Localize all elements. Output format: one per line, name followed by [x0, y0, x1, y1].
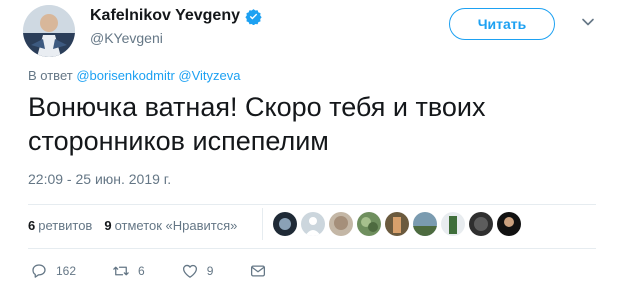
retweets-count: 6 [28, 218, 36, 233]
likes-stat[interactable]: 9 отметок «Нравится» [104, 218, 237, 233]
liker-avatar[interactable] [385, 212, 409, 236]
tweet-text-line: Вонючка ватная! Скоро тебя и твоих [28, 92, 486, 122]
envelope-icon [251, 265, 266, 277]
reply-user-link[interactable]: @Vityzeva [178, 68, 240, 83]
liker-avatar[interactable] [357, 212, 381, 236]
reply-prefix: В ответ [28, 68, 73, 83]
reply-context: В ответ @borisenkodmitr @Vityzeva [28, 68, 241, 83]
follow-button[interactable]: Читать [449, 8, 555, 40]
retweet-icon [113, 266, 129, 276]
liker-avatar[interactable] [441, 212, 465, 236]
liker-avatar[interactable] [469, 212, 493, 236]
author-name[interactable]: Kafelnikov Yevgeny [90, 7, 240, 25]
likes-count: 9 [104, 218, 112, 233]
liker-avatars [273, 212, 521, 236]
liker-avatar[interactable] [329, 212, 353, 236]
tweet-text: Вонючка ватная! Скоро тебя и твоих сторо… [28, 90, 588, 158]
divider [28, 204, 596, 205]
divider [28, 248, 596, 249]
verified-badge-icon [245, 8, 262, 25]
heart-icon [182, 264, 197, 278]
stats-separator [262, 208, 263, 240]
tweet-timestamp[interactable]: 22:09 - 25 июн. 2019 г. [28, 171, 171, 187]
author-name-row[interactable]: Kafelnikov Yevgeny [90, 7, 262, 25]
tweet-text-line: сторонников испепелим [28, 126, 329, 156]
liker-avatar[interactable] [301, 212, 325, 236]
reply-user-link[interactable]: @borisenkodmitr [76, 68, 174, 83]
engagement-stats: 6 ретвитов 9 отметок «Нравится» [28, 218, 237, 233]
retweet-count: 6 [138, 264, 145, 278]
author-handle[interactable]: @KYevgeni [90, 30, 163, 46]
likes-label: отметок «Нравится» [114, 218, 238, 233]
retweets-label: ретвитов [38, 218, 93, 233]
author-avatar[interactable] [23, 5, 75, 57]
liker-avatar[interactable] [497, 212, 521, 236]
reply-count: 162 [56, 264, 77, 278]
direct-message-action[interactable] [249, 262, 267, 280]
chevron-down-icon[interactable] [580, 14, 596, 30]
reply-action[interactable]: 162 [30, 262, 76, 280]
like-count: 9 [206, 264, 214, 278]
tweet-actions: 162 6 9 [30, 262, 303, 280]
liker-avatar[interactable] [273, 212, 297, 236]
retweets-stat[interactable]: 6 ретвитов [28, 218, 92, 233]
avatar-image [23, 5, 75, 57]
liker-avatar[interactable] [413, 212, 437, 236]
like-action[interactable]: 9 [181, 262, 214, 280]
retweet-action[interactable]: 6 [112, 262, 145, 280]
reply-icon [32, 264, 46, 278]
